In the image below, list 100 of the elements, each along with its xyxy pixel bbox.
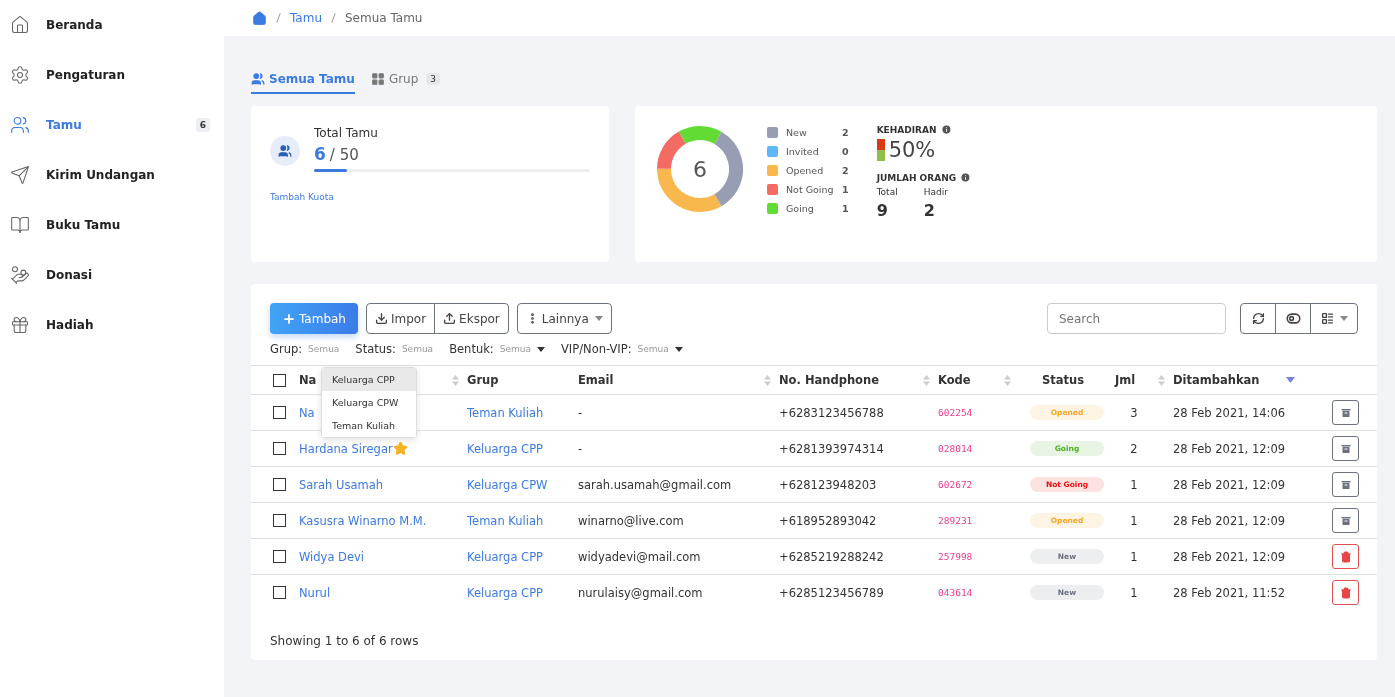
- attendance-title: KEHADIRAN: [876, 124, 937, 135]
- menu-item[interactable]: Teman Kuliah: [322, 414, 416, 437]
- archive-button[interactable]: [1332, 400, 1359, 425]
- count-cell-text: 1: [1129, 549, 1139, 564]
- column-header[interactable]: Grup: [467, 373, 570, 387]
- date-cell-text: 28 Feb 2021, 11:52: [1173, 585, 1287, 600]
- date-cell-text: 28 Feb 2021, 12:09: [1173, 549, 1287, 564]
- archive-button[interactable]: [1332, 472, 1359, 497]
- phone-cell-text: +6283123456788: [779, 405, 885, 420]
- checkbox[interactable]: [273, 442, 286, 455]
- group-link[interactable]: Keluarga CPW: [467, 477, 578, 492]
- list-icon: [1320, 312, 1334, 325]
- tab[interactable]: Semua Tamu: [251, 66, 355, 94]
- archive-icon: [1339, 514, 1352, 527]
- more-button[interactable]: Lainnya: [516, 303, 612, 334]
- filter-dropdown[interactable]: Bentuk: Semua: [449, 342, 545, 356]
- breadcrumb-link[interactable]: Tamu: [290, 11, 322, 25]
- breadcrumb-link[interactable]: Semua Tamu: [345, 11, 423, 25]
- group-link[interactable]: Keluarga CPP: [467, 585, 578, 600]
- column-header[interactable]: Email: [578, 373, 764, 387]
- columns-button[interactable]: [1310, 303, 1358, 334]
- guest-name-link[interactable]: Nurul: [299, 585, 467, 600]
- sidebar-item[interactable]: Hadiah: [0, 300, 224, 350]
- sidebar-item[interactable]: Kirim Undangan: [0, 150, 224, 200]
- code-cell-text: 602672: [938, 479, 974, 490]
- caret-icon: [594, 316, 603, 321]
- code-cell-text: 043614: [938, 587, 974, 598]
- tab[interactable]: Grup 3: [370, 66, 441, 94]
- email-cell-text: sarah.usamah@gmail.com: [578, 477, 733, 492]
- home-icon[interactable]: [252, 10, 267, 26]
- refresh-button[interactable]: [1240, 303, 1276, 334]
- checkbox[interactable]: [273, 550, 286, 563]
- export-button[interactable]: Ekspor: [434, 303, 509, 334]
- archive-button[interactable]: [1332, 436, 1359, 461]
- guest-name-link[interactable]: Widya Devi: [299, 549, 467, 564]
- donation-icon: [10, 265, 30, 285]
- import-button[interactable]: Impor: [365, 303, 436, 334]
- column-header[interactable]: Status: [1041, 373, 1085, 387]
- delete-button[interactable]: [1332, 580, 1359, 605]
- count-cell-text: 1: [1129, 477, 1139, 492]
- filter-value: Semua: [308, 344, 340, 354]
- info-icon[interactable]: [940, 124, 952, 135]
- filter-dropdown[interactable]: Grup: Semua: [270, 342, 340, 356]
- guest-name-link[interactable]: Sarah Usamah: [299, 477, 467, 492]
- sort-down-icon[interactable]: [1286, 377, 1295, 383]
- toggle-icon: [1285, 311, 1301, 326]
- filter-dropdown[interactable]: Status: Semua: [355, 342, 434, 356]
- legend-label: Invited: [786, 146, 820, 157]
- legend-label: New: [786, 127, 808, 138]
- email-cell-text: winarno@live.com: [578, 513, 685, 528]
- archive-button[interactable]: [1332, 508, 1359, 533]
- group-link[interactable]: Teman Kuliah: [467, 405, 578, 420]
- group-link[interactable]: Keluarga CPP: [467, 549, 578, 564]
- date-cell-text: 28 Feb 2021, 12:09: [1173, 513, 1287, 528]
- checkbox[interactable]: [273, 586, 286, 599]
- plus-icon: [282, 311, 296, 326]
- upload-icon: [443, 312, 457, 325]
- delete-button[interactable]: [1332, 544, 1359, 569]
- checkbox[interactable]: [273, 478, 286, 491]
- filter-label: VIP/Non-VIP:: [561, 342, 632, 356]
- group-link[interactable]: Keluarga CPP: [467, 441, 578, 456]
- group-link[interactable]: Teman Kuliah: [467, 513, 578, 528]
- sidebar-label: Donasi: [46, 268, 94, 282]
- column-header[interactable]: Kode: [938, 373, 1004, 387]
- toggle-button[interactable]: [1275, 303, 1311, 334]
- sidebar-item[interactable]: Pengaturan: [0, 50, 224, 100]
- column-header[interactable]: Jml: [1115, 373, 1158, 387]
- menu-item[interactable]: Keluarga CPP: [322, 368, 416, 391]
- filter-value: Semua: [401, 344, 434, 354]
- count-cell-text: 3: [1129, 405, 1139, 420]
- sidebar-label: Tamu: [46, 118, 83, 132]
- info-icon[interactable]: [960, 172, 972, 183]
- filter-value: Semua: [637, 344, 669, 354]
- sidebar-label: Hadiah: [46, 318, 95, 332]
- filter-dropdown[interactable]: VIP/Non-VIP: Semua: [561, 342, 683, 356]
- menu-item[interactable]: Keluarga CPW: [322, 391, 416, 414]
- column-header[interactable]: Ditambahkan: [1173, 373, 1286, 387]
- sidebar-item[interactable]: Tamu 6: [0, 100, 224, 150]
- guest-name-link[interactable]: Hardana Siregar: [299, 441, 467, 456]
- donut-center-text: 6: [693, 157, 707, 182]
- add-quota-link[interactable]: Tambah Kuota: [270, 192, 590, 202]
- checkbox[interactable]: [273, 406, 286, 419]
- column-header[interactable]: No. Handphone: [779, 373, 923, 387]
- checkbox[interactable]: [273, 514, 286, 527]
- sidebar-item[interactable]: Beranda: [0, 0, 224, 50]
- checkbox[interactable]: [273, 373, 286, 387]
- legend-label: Going: [786, 203, 815, 214]
- legend-label: Opened: [786, 165, 825, 176]
- count-cell-text: 2: [1129, 441, 1139, 456]
- users-icon: [270, 136, 300, 166]
- sidebar-label: Beranda: [46, 18, 104, 32]
- guest-name-link[interactable]: Kasusra Winarno M.M.: [299, 513, 467, 528]
- sidebar-item[interactable]: Donasi: [0, 250, 224, 300]
- search-field[interactable]: Search: [1047, 303, 1226, 334]
- archive-icon: [1339, 406, 1352, 419]
- date-cell-text: 28 Feb 2021, 14:06: [1173, 405, 1287, 420]
- sidebar-item[interactable]: Buku Tamu: [0, 200, 224, 250]
- filter-label: Grup:: [270, 342, 303, 356]
- guest-limit: / 50: [329, 146, 359, 164]
- stat-label: Hadir: [923, 187, 948, 197]
